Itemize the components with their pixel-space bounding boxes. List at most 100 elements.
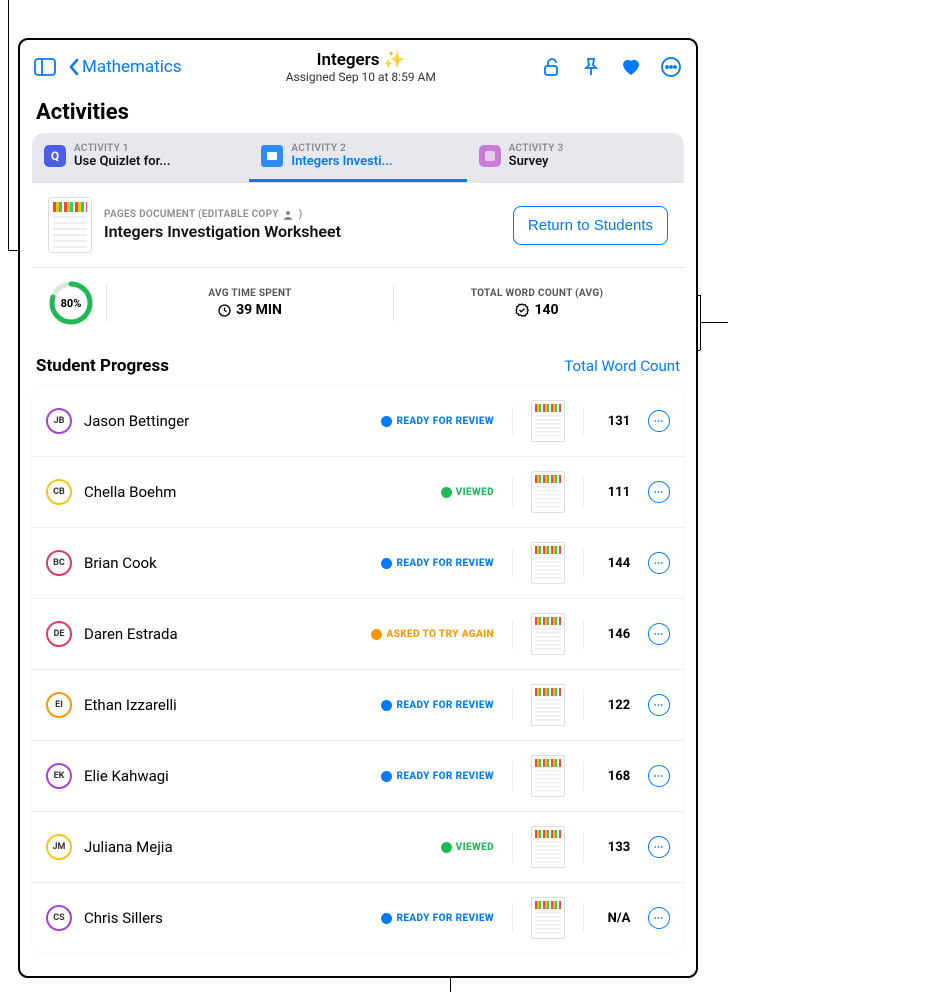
student-name: Elie Kahwagi bbox=[84, 767, 369, 785]
separator bbox=[512, 477, 513, 507]
tab-label: Use Quizlet for... bbox=[74, 154, 170, 169]
separator bbox=[512, 832, 513, 862]
heart-icon[interactable] bbox=[620, 56, 642, 78]
document-thumbnail[interactable] bbox=[48, 197, 92, 253]
clock-icon bbox=[218, 304, 231, 317]
separator bbox=[512, 619, 513, 649]
row-more-button[interactable]: ⋯ bbox=[648, 410, 670, 432]
student-name: Juliana Mejia bbox=[84, 838, 429, 856]
activity-tabs-card: Q ACTIVITY 1 Use Quizlet for... ACTIVITY… bbox=[32, 133, 684, 338]
submission-thumbnail[interactable] bbox=[531, 542, 565, 584]
status-text: READY FOR REVIEW bbox=[396, 416, 494, 427]
student-name: Ethan Izzarelli bbox=[84, 696, 369, 714]
status-dot-icon bbox=[441, 487, 452, 498]
chevron-left-icon bbox=[68, 58, 80, 76]
student-row[interactable]: BCBrian CookREADY FOR REVIEW144⋯ bbox=[32, 527, 684, 598]
separator bbox=[583, 903, 584, 933]
student-progress-header: Student Progress Total Word Count bbox=[20, 338, 696, 386]
student-progress-title: Student Progress bbox=[36, 356, 169, 376]
document-row: PAGES DOCUMENT (EDITABLE COPY ) Integers… bbox=[32, 182, 684, 267]
word-count: 144 bbox=[602, 556, 636, 571]
document-icon bbox=[261, 145, 283, 167]
status-badge: READY FOR REVIEW bbox=[381, 416, 494, 427]
submission-thumbnail[interactable] bbox=[531, 400, 565, 442]
status-text: VIEWED bbox=[456, 842, 494, 853]
separator bbox=[583, 690, 584, 720]
submission-thumbnail[interactable] bbox=[531, 826, 565, 868]
row-more-button[interactable]: ⋯ bbox=[648, 765, 670, 787]
status-dot-icon bbox=[381, 913, 392, 924]
separator bbox=[512, 406, 513, 436]
separator bbox=[583, 761, 584, 791]
person-share-icon bbox=[283, 210, 295, 220]
document-title: Integers Investigation Worksheet bbox=[104, 222, 501, 241]
row-more-button[interactable]: ⋯ bbox=[648, 481, 670, 503]
status-text: READY FOR REVIEW bbox=[396, 771, 494, 782]
row-more-button[interactable]: ⋯ bbox=[648, 623, 670, 645]
tab-activity-3[interactable]: ACTIVITY 3 Survey bbox=[467, 133, 684, 182]
word-count-value: 140 bbox=[534, 302, 558, 318]
back-button[interactable]: Mathematics bbox=[68, 57, 182, 77]
word-count: N/A bbox=[602, 911, 636, 926]
submission-thumbnail[interactable] bbox=[531, 755, 565, 797]
status-dot-icon bbox=[371, 629, 382, 640]
student-row[interactable]: CS Chris Sillers READY FOR REVIEW N/A ⋯ bbox=[32, 882, 684, 953]
status-badge: READY FOR REVIEW bbox=[381, 913, 494, 924]
tab-activity-1[interactable]: Q ACTIVITY 1 Use Quizlet for... bbox=[32, 133, 249, 182]
submission-thumbnail[interactable] bbox=[531, 471, 565, 513]
status-dot-icon bbox=[441, 842, 452, 853]
tab-activity-2[interactable]: ACTIVITY 2 Integers Investi... bbox=[249, 133, 466, 182]
submission-thumbnail[interactable] bbox=[531, 684, 565, 726]
student-row[interactable]: DEDaren EstradaASKED TO TRY AGAIN146⋯ bbox=[32, 598, 684, 669]
callout-line bbox=[8, 0, 9, 250]
avg-time-value: 39 MIN bbox=[236, 302, 282, 318]
student-avatar: CS bbox=[46, 905, 72, 931]
avg-time-label: AVG TIME SPENT bbox=[119, 288, 381, 299]
doc-eyebrow-text: PAGES DOCUMENT (EDITABLE COPY bbox=[104, 209, 279, 220]
separator bbox=[583, 832, 584, 862]
completion-ring: 80% bbox=[48, 280, 94, 326]
student-row[interactable]: EKElie KahwagiREADY FOR REVIEW168⋯ bbox=[32, 740, 684, 811]
lock-open-icon[interactable] bbox=[540, 56, 562, 78]
student-name: Chris Sillers bbox=[84, 909, 369, 927]
more-menu-icon[interactable] bbox=[660, 56, 682, 78]
row-more-button[interactable]: ⋯ bbox=[648, 907, 670, 929]
page-title: Integers ✨ bbox=[192, 50, 530, 70]
status-dot-icon bbox=[381, 416, 392, 427]
back-label: Mathematics bbox=[82, 57, 182, 77]
separator bbox=[512, 548, 513, 578]
callout-line bbox=[700, 322, 728, 323]
activity-tabs: Q ACTIVITY 1 Use Quizlet for... ACTIVITY… bbox=[32, 133, 684, 182]
row-more-button[interactable]: ⋯ bbox=[648, 552, 670, 574]
pin-icon[interactable] bbox=[580, 56, 602, 78]
tab-eyebrow: ACTIVITY 1 bbox=[74, 143, 170, 154]
student-name: Daren Estrada bbox=[84, 625, 359, 643]
submission-thumbnail[interactable] bbox=[531, 897, 565, 939]
separator bbox=[583, 548, 584, 578]
student-row[interactable]: EIEthan IzzarelliREADY FOR REVIEW122⋯ bbox=[32, 669, 684, 740]
student-avatar: EI bbox=[46, 692, 72, 718]
status-badge: READY FOR REVIEW bbox=[381, 558, 494, 569]
quizlet-icon: Q bbox=[44, 145, 66, 167]
separator bbox=[512, 690, 513, 720]
word-count: 131 bbox=[602, 414, 636, 429]
status-dot-icon bbox=[381, 700, 392, 711]
student-row[interactable]: JBJason BettingerREADY FOR REVIEW131⋯ bbox=[32, 386, 684, 456]
row-more-button[interactable]: ⋯ bbox=[648, 694, 670, 716]
row-more-button[interactable]: ⋯ bbox=[648, 836, 670, 858]
return-to-students-button[interactable]: Return to Students bbox=[513, 206, 668, 245]
word-count: 122 bbox=[602, 698, 636, 713]
status-badge: VIEWED bbox=[441, 842, 494, 853]
student-row[interactable]: JMJuliana MejiaVIEWED133⋯ bbox=[32, 811, 684, 882]
sidebar-toggle-icon[interactable] bbox=[34, 56, 56, 78]
stats-row: 80% AVG TIME SPENT 39 MIN TOTAL WORD COU… bbox=[32, 267, 684, 338]
student-avatar: JB bbox=[46, 408, 72, 434]
total-word-count-link[interactable]: Total Word Count bbox=[564, 357, 680, 375]
page-subtitle: Assigned Sep 10 at 8:59 AM bbox=[192, 70, 530, 84]
submission-thumbnail[interactable] bbox=[531, 613, 565, 655]
status-dot-icon bbox=[381, 771, 392, 782]
student-row[interactable]: CBChella BoehmVIEWED111⋯ bbox=[32, 456, 684, 527]
status-text: VIEWED bbox=[456, 487, 494, 498]
separator bbox=[583, 619, 584, 649]
word-count: 168 bbox=[602, 769, 636, 784]
